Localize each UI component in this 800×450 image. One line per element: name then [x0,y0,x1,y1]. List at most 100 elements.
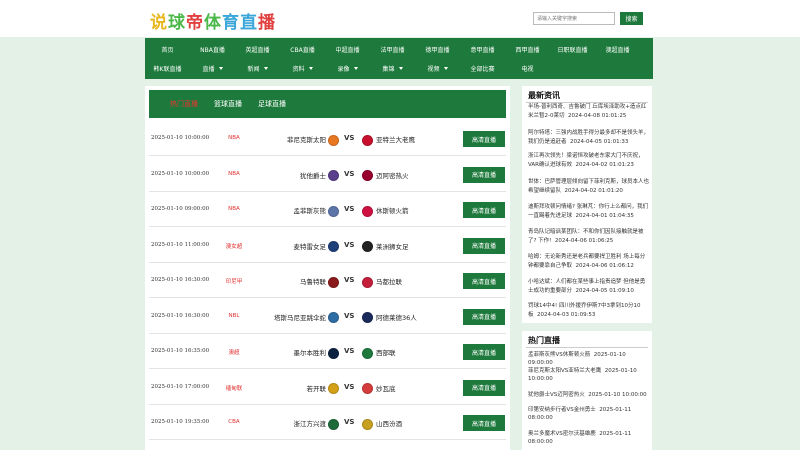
nav-item[interactable]: 资料 [280,58,325,78]
nav-item[interactable]: 法甲直播 [370,39,415,59]
home-team[interactable]: 麦特雷女足 [294,241,339,252]
home-team[interactable]: 菲尼克斯太阳 [287,134,339,146]
watch-live-button[interactable]: 高清直播 [463,344,505,360]
away-team[interactable]: 阿德莱德36人 [362,312,417,323]
match-league[interactable]: 缅甸联 [209,384,259,392]
match-tabs: 热门直播 篮球直播 足球直播 [149,90,506,118]
watch-live-button[interactable]: 高清直播 [463,379,505,396]
tab-hot[interactable]: 热门直播 [170,99,198,109]
hot-live-item[interactable]: 犹他爵士VS迈阿密热火 2025-01-10 10:00:00 [528,391,650,399]
away-team[interactable]: 休斯顿火箭 [362,205,409,217]
nav-item[interactable]: 澳超直播 [595,39,640,59]
nav-item-label: NBA直播 [200,46,225,54]
vs-label: VS [344,418,355,426]
news-item[interactable]: 罚球14中4! 四川外援乔伊斯7中3拿到10分10板 2024-04-03 01… [528,302,650,319]
nav-item-label: 中超直播 [335,46,360,54]
away-team[interactable]: 西部联 [362,347,396,359]
logo-char: 播 [258,13,276,33]
nav-item[interactable]: 西甲直播 [505,39,550,59]
nav-item[interactable]: 全部比赛 [460,58,505,78]
nav-item[interactable]: 直播 [190,58,235,78]
watch-live-button[interactable]: 高清直播 [463,308,505,325]
away-team[interactable]: 马都拉联 [362,276,402,288]
nav-item[interactable]: 录像 [325,58,370,78]
home-team[interactable]: 墨尔本胜利 [294,347,339,359]
tab-football[interactable]: 足球直播 [258,99,286,109]
away-team[interactable]: 妙瓦底 [362,383,396,394]
nav-item[interactable]: 首页 [145,39,190,59]
hot-live-item[interactable]: 奥兰多魔术VS密尔沃基雄鹿 2025-01-11 08:00:00 [528,430,650,446]
news-item[interactable]: 小哈达斌：人们都在某些事上指责追梦 但他是勇士成功的重要部分 2024-04-0… [528,278,650,295]
hot-live-item[interactable]: 印第安纳步行者VS金州勇士 2025-01-11 08:00:00 [528,406,650,422]
away-team-name: 莱洲狮女足 [376,242,409,251]
match-list-panel: 热门直播 篮球直播 足球直播 2025-01-10 10:00:00 NBA 菲尼克… [145,86,510,450]
news-date: 2024-04-08 01:01:25 [567,112,627,119]
hot-live-match: 犹他爵士VS迈阿密热火 [528,392,585,398]
nav-item[interactable]: 视频 [415,58,460,78]
watch-live-button[interactable]: 高清直播 [463,237,505,254]
home-team-logo-icon [328,241,339,252]
match-league[interactable]: NBA [209,206,259,212]
news-item[interactable]: 阿尔特塔：三强内战胜手得分最多却不是领头羊，我们仍是追赶者 2024-04-05… [528,129,650,146]
nav-item[interactable]: CBA直播 [280,39,325,59]
away-team-logo-icon [362,241,373,252]
main-nav: 首页 NBA直播 英超直播 CBA直播 中超直播 法甲直播 德甲直播 意甲直播 西甲直播 日职联直… [145,38,653,79]
nav-item[interactable]: NBA直播 [190,39,235,59]
hot-live-panel: 热门直播 孟菲斯灰熊VS休斯顿火箭 2025-01-10 09:00:00 菲尼克… [522,331,652,450]
match-league[interactable]: 印尼甲 [209,277,259,285]
watch-live-button[interactable]: 高清直播 [463,131,505,147]
nav-row-leagues: 首页 NBA直播 英超直播 CBA直播 中超直播 法甲直播 德甲直播 意甲直播 西甲直播 日职联直… [145,39,653,59]
nav-item[interactable]: 德甲直播 [415,39,460,59]
home-team-name: 若开联 [306,384,327,393]
home-team[interactable]: 孟菲斯灰熊 [294,205,339,217]
away-team[interactable]: 亚特兰大老鹰 [362,134,415,146]
nav-item-label: 集锦 [382,65,395,73]
hot-live-item[interactable]: 孟菲斯灰熊VS休斯顿火箭 2025-01-10 09:00:00 [528,351,650,367]
nav-item[interactable]: 电视 [505,58,550,78]
nav-item[interactable]: 意甲直播 [460,39,505,59]
nav-item[interactable]: 韩K联直播 [145,58,190,78]
watch-live-button[interactable]: 高清直播 [463,415,505,431]
hot-live-item[interactable]: 菲尼克斯太阳VS亚特兰大老鹰 2025-01-10 10:00:00 [528,367,650,383]
away-team[interactable]: 莱洲狮女足 [362,241,409,252]
home-team-name: 浙江方兴渡 [293,420,327,428]
nav-item[interactable]: 新闻 [235,58,280,78]
watch-live-button[interactable]: 高清直播 [463,202,505,218]
home-team-logo-icon [328,134,339,146]
news-item[interactable]: 青岛队记暗讽某团队：不和你们因队接触就是被了? 下作! 2024-04-06 0… [528,228,650,245]
nav-item[interactable]: 日职联直播 [550,39,595,59]
match-league[interactable]: NBA [209,135,259,141]
news-item[interactable]: 世体：巴萨管理层倾向留下菲利克斯，球员本人也希望继续留队 2024-04-02 … [528,178,650,195]
hot-live-title: 热门直播 [528,336,560,345]
away-team-logo-icon [362,134,373,146]
home-team[interactable]: 犹他爵士 [300,170,339,181]
home-team[interactable]: 浙江方兴渡 [293,418,339,430]
news-item[interactable]: 哈姆：无论新秀还是老兵都要捍卫胜利 场上每分钟都要靠自己争取 2024-04-0… [528,253,650,270]
watch-live-button[interactable]: 高清直播 [463,273,505,289]
site-logo[interactable]: 说球帝体育直播 [150,8,276,33]
nav-item[interactable]: 英超直播 [235,39,280,59]
news-item[interactable]: 浙江再次领先！梁诺恒攻破老东家大门不庆祝，VAR确认进球有效 2024-04-0… [528,152,650,169]
nav-item[interactable]: 集锦 [370,58,415,78]
away-team[interactable]: 迈阿密热火 [362,170,409,181]
match-time: 2025-01-10 16:30:00 [151,312,210,319]
match-league[interactable]: CBA [209,419,259,425]
match-league[interactable]: 澳女超 [209,242,259,250]
match-league[interactable]: NBA [209,171,259,177]
match-league[interactable]: NBL [209,313,259,319]
caret-down-icon [443,66,448,70]
news-item[interactable]: 迪斯拜攻顿问情绪? 张琳芃：你行上么都问，我们一直踢着先进足球 2024-04-… [528,203,650,220]
news-item[interactable]: 半场-普利西奇、吉鲁破门 丘库埃泽助攻+造点红 米兰暂2-0莱切 2024-04… [528,103,650,120]
news-date: 2024-04-06 01:06:25 [554,237,614,244]
tab-basketball[interactable]: 篮球直播 [214,99,242,109]
watch-live-button[interactable]: 高清直播 [463,166,505,183]
home-team[interactable]: 塔斯马尼亚跳伞蛇 [274,312,339,323]
home-team-logo-icon [328,205,339,217]
home-team[interactable]: 马鲁特联 [300,276,339,288]
home-team[interactable]: 若开联 [306,383,339,394]
search-input[interactable] [533,12,615,25]
match-league[interactable]: 澳超 [209,348,259,356]
away-team[interactable]: 山西汾酒 [362,418,402,430]
nav-item[interactable]: 中超直播 [325,39,370,59]
search-button[interactable]: 搜索 [620,12,643,25]
